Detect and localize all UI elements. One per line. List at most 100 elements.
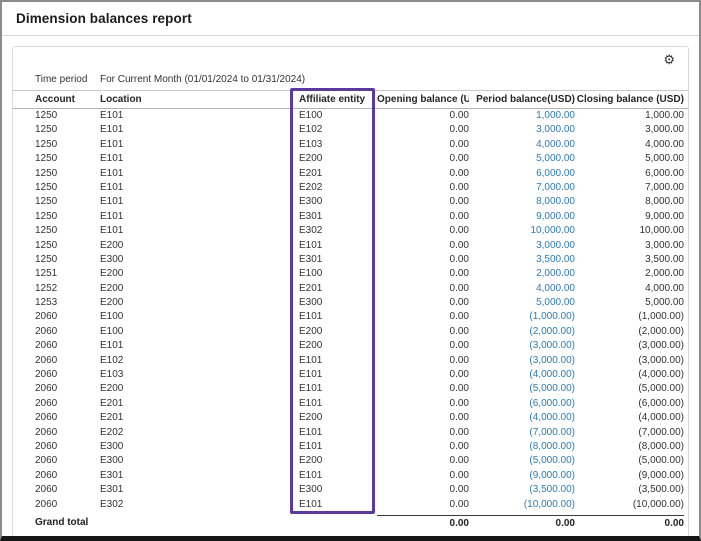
cell-opening-balance: 0.00 xyxy=(377,440,469,454)
cell-account: 2060 xyxy=(35,397,100,411)
cell-closing-balance: (7,000.00) xyxy=(575,426,684,440)
cell-affiliate-entity: E101 xyxy=(299,469,377,483)
table-row: 1250E101E3000.008,000.008,000.00 xyxy=(13,195,688,209)
gear-icon[interactable]: ⚙ xyxy=(663,53,675,70)
grand-total-opening: 0.00 xyxy=(377,515,469,534)
report-area: ⚙ Time period For Current Month (01/01/2… xyxy=(2,36,699,541)
cell-opening-balance: 0.00 xyxy=(377,239,469,253)
table-row: 2060E300E1010.00(8,000.00)(8,000.00) xyxy=(13,440,688,454)
table-row: 2060E103E1010.00(4,000.00)(4,000.00) xyxy=(13,368,688,382)
cell-period-balance: 3,500.00 xyxy=(469,253,575,267)
cell-location: E200 xyxy=(100,382,299,396)
cell-opening-balance: 0.00 xyxy=(377,167,469,181)
card-toolbar: ⚙ xyxy=(13,53,688,70)
cell-period-balance: (9,000.00) xyxy=(469,469,575,483)
cell-affiliate-entity: E201 xyxy=(299,282,377,296)
cell-closing-balance: (1,000.00) xyxy=(575,310,684,324)
grand-total-row: Grand total 0.00 0.00 0.00 xyxy=(13,512,688,534)
cell-location: E301 xyxy=(100,483,299,497)
cell-affiliate-entity: E102 xyxy=(299,123,377,137)
cell-closing-balance: (3,000.00) xyxy=(575,339,684,353)
table-row: 2060E302E1010.00(10,000.00)(10,000.00) xyxy=(13,498,688,512)
cell-affiliate-entity: E101 xyxy=(299,426,377,440)
cell-location: E300 xyxy=(100,440,299,454)
cell-opening-balance: 0.00 xyxy=(377,123,469,137)
cell-location: E201 xyxy=(100,397,299,411)
cell-closing-balance: 3,000.00 xyxy=(575,239,684,253)
cell-opening-balance: 0.00 xyxy=(377,339,469,353)
cell-account: 2060 xyxy=(35,498,100,512)
cell-opening-balance: 0.00 xyxy=(377,296,469,310)
cell-opening-balance: 0.00 xyxy=(377,354,469,368)
cell-account: 1250 xyxy=(35,167,100,181)
grand-total-label: Grand total xyxy=(35,515,377,534)
table-row: 2060E202E1010.00(7,000.00)(7,000.00) xyxy=(13,426,688,440)
cell-period-balance: (3,500.00) xyxy=(469,483,575,497)
cell-period-balance: 3,000.00 xyxy=(469,123,575,137)
cell-opening-balance: 0.00 xyxy=(377,181,469,195)
cell-opening-balance: 0.00 xyxy=(377,469,469,483)
cell-period-balance: (5,000.00) xyxy=(469,382,575,396)
report-table: Time period For Current Month (01/01/202… xyxy=(13,70,688,534)
column-header-closing-balance: Closing balance (USD) xyxy=(575,91,684,108)
cell-account: 1250 xyxy=(35,181,100,195)
cell-location: E101 xyxy=(100,181,299,195)
cell-affiliate-entity: E200 xyxy=(299,411,377,425)
cell-closing-balance: 3,000.00 xyxy=(575,123,684,137)
cell-affiliate-entity: E101 xyxy=(299,239,377,253)
cell-account: 1250 xyxy=(35,123,100,137)
cell-closing-balance: (4,000.00) xyxy=(575,411,684,425)
cell-closing-balance: (3,500.00) xyxy=(575,483,684,497)
cell-affiliate-entity: E101 xyxy=(299,354,377,368)
cell-period-balance: (4,000.00) xyxy=(469,368,575,382)
time-period-label: Time period xyxy=(35,70,100,90)
cell-affiliate-entity: E100 xyxy=(299,109,377,123)
cell-account: 1250 xyxy=(35,138,100,152)
cell-account: 1250 xyxy=(35,239,100,253)
column-header-period-balance: Period balance(USD) xyxy=(469,91,575,108)
cell-location: E200 xyxy=(100,267,299,281)
table-body: 1250E101E1000.001,000.001,000.001250E101… xyxy=(13,109,688,512)
cell-account: 1250 xyxy=(35,224,100,238)
cell-affiliate-entity: E302 xyxy=(299,224,377,238)
cell-affiliate-entity: E300 xyxy=(299,296,377,310)
cell-period-balance: 6,000.00 xyxy=(469,167,575,181)
cell-period-balance: 4,000.00 xyxy=(469,282,575,296)
cell-location: E101 xyxy=(100,152,299,166)
cell-location: E301 xyxy=(100,469,299,483)
cell-opening-balance: 0.00 xyxy=(377,397,469,411)
cell-account: 2060 xyxy=(35,426,100,440)
cell-location: E101 xyxy=(100,195,299,209)
cell-closing-balance: (9,000.00) xyxy=(575,469,684,483)
cell-account: 2060 xyxy=(35,440,100,454)
cell-period-balance: (1,000.00) xyxy=(469,310,575,324)
cell-affiliate-entity: E200 xyxy=(299,152,377,166)
cell-period-balance: 2,000.00 xyxy=(469,267,575,281)
cell-period-balance: (7,000.00) xyxy=(469,426,575,440)
cell-period-balance: (3,000.00) xyxy=(469,339,575,353)
cell-closing-balance: 4,000.00 xyxy=(575,282,684,296)
cell-closing-balance: (3,000.00) xyxy=(575,354,684,368)
table-row: 1250E300E3010.003,500.003,500.00 xyxy=(13,253,688,267)
cell-opening-balance: 0.00 xyxy=(377,483,469,497)
cell-closing-balance: 3,500.00 xyxy=(575,253,684,267)
cell-affiliate-entity: E101 xyxy=(299,440,377,454)
cell-opening-balance: 0.00 xyxy=(377,253,469,267)
column-header-account: Account xyxy=(35,91,100,108)
cell-affiliate-entity: E300 xyxy=(299,195,377,209)
cell-affiliate-entity: E101 xyxy=(299,310,377,324)
table-row: 1253E200E3000.005,000.005,000.00 xyxy=(13,296,688,310)
cell-location: E300 xyxy=(100,454,299,468)
cell-closing-balance: (5,000.00) xyxy=(575,454,684,468)
cell-closing-balance: 6,000.00 xyxy=(575,167,684,181)
cell-account: 1251 xyxy=(35,267,100,281)
cell-period-balance: 5,000.00 xyxy=(469,152,575,166)
cell-account: 1250 xyxy=(35,253,100,267)
cell-opening-balance: 0.00 xyxy=(377,411,469,425)
table-row: 2060E100E1010.00(1,000.00)(1,000.00) xyxy=(13,310,688,324)
cell-location: E101 xyxy=(100,167,299,181)
cell-closing-balance: 5,000.00 xyxy=(575,152,684,166)
cell-account: 2060 xyxy=(35,339,100,353)
cell-location: E102 xyxy=(100,354,299,368)
cell-period-balance: (3,000.00) xyxy=(469,354,575,368)
